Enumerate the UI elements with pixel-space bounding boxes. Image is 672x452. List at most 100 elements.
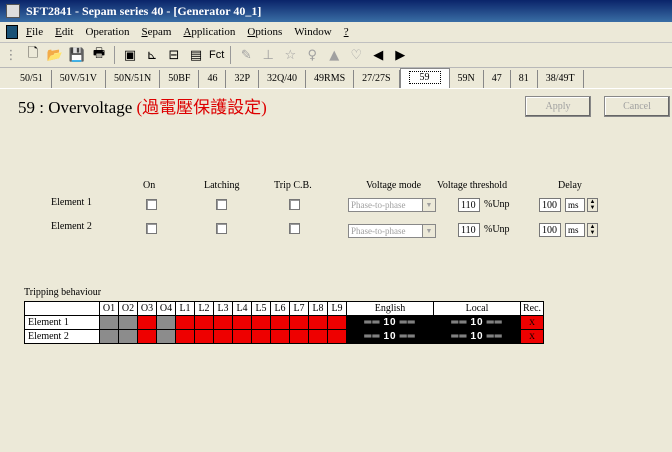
element-1-latching-checkbox[interactable] xyxy=(216,199,227,210)
matrix-rec-cell[interactable]: X xyxy=(520,329,544,344)
element-1-delay-unit[interactable]: ms xyxy=(565,198,585,212)
matrix-cell[interactable] xyxy=(232,315,252,330)
matrix-cell[interactable] xyxy=(194,315,214,330)
matrix-cell[interactable] xyxy=(251,329,271,344)
matrix-cell[interactable] xyxy=(156,329,176,344)
star-icon[interactable]: ☆ xyxy=(281,46,299,64)
arrow-right-part: ══ xyxy=(486,331,503,342)
menu-application[interactable]: Application xyxy=(183,26,235,38)
wrench-icon[interactable]: ✎ xyxy=(237,46,255,64)
menu-help[interactable]: ? xyxy=(344,26,349,38)
element-1-threshold-input[interactable]: 110 xyxy=(458,198,480,212)
warning-icon[interactable]: ▲ xyxy=(325,46,343,64)
matrix-cell[interactable] xyxy=(99,329,119,344)
matrix-cell[interactable] xyxy=(137,315,157,330)
tab-50bf[interactable]: 50BF xyxy=(160,70,200,88)
element-2-trip-checkbox[interactable] xyxy=(289,223,300,234)
element-1-delay-spinner[interactable]: ▲ ▼ xyxy=(587,198,598,212)
tab-50v-51v[interactable]: 50V/51V xyxy=(52,70,107,88)
test-icon[interactable]: ⊥ xyxy=(259,46,277,64)
matrix-cell[interactable] xyxy=(327,329,347,344)
element-2-threshold-input[interactable]: 110 xyxy=(458,223,480,237)
element-2-delay-input[interactable]: 100 xyxy=(539,223,561,237)
tab-81[interactable]: 81 xyxy=(511,70,538,88)
pin-icon[interactable]: ♀ xyxy=(303,46,321,64)
save-icon[interactable]: 💾 xyxy=(68,46,86,64)
element-1-trip-checkbox[interactable] xyxy=(289,199,300,210)
matrix-cell[interactable] xyxy=(289,329,309,344)
tab-47[interactable]: 47 xyxy=(484,70,511,88)
chevron-down-icon[interactable]: ▼ xyxy=(422,225,435,237)
open-folder-icon[interactable]: 📂 xyxy=(46,46,64,64)
menu-options[interactable]: Options xyxy=(247,26,282,38)
matrix-cell[interactable] xyxy=(137,329,157,344)
matrix-english-value: 10 xyxy=(383,317,397,328)
matrix-local-cell[interactable]: ══ 10 ══ xyxy=(433,315,521,330)
element-2-threshold-unit: %Unp xyxy=(484,224,510,235)
cancel-button[interactable]: Cancel xyxy=(604,96,670,117)
matrix-cell[interactable] xyxy=(308,329,328,344)
matrix-local-cell[interactable]: ══ 10 ══ xyxy=(433,329,521,344)
new-file-icon[interactable]: 🗋 xyxy=(24,46,42,64)
matrix-col-o3: O3 xyxy=(137,301,157,316)
save-to-sepam-icon[interactable]: ▣ xyxy=(121,46,139,64)
element-2-delay-unit[interactable]: ms xyxy=(565,223,585,237)
matrix-cell[interactable] xyxy=(289,315,309,330)
matrix-cell[interactable] xyxy=(118,329,138,344)
menu-operation[interactable]: Operation xyxy=(85,26,129,38)
menu-edit[interactable]: Edit xyxy=(55,26,73,38)
matrix-cell[interactable] xyxy=(251,315,271,330)
tab-46[interactable]: 46 xyxy=(199,70,227,88)
matrix-cell[interactable] xyxy=(156,315,176,330)
tab-59[interactable]: 59 xyxy=(399,68,450,88)
tab-27-27s[interactable]: 27/27S xyxy=(354,70,400,88)
tab-32q-40[interactable]: 32Q/40 xyxy=(259,70,307,88)
matrix-cell[interactable] xyxy=(232,329,252,344)
matrix-cell[interactable] xyxy=(213,315,233,330)
menu-file[interactable]: File xyxy=(26,26,43,38)
apply-button[interactable]: Apply xyxy=(525,96,591,117)
table-icon[interactable]: ▤ xyxy=(187,46,205,64)
tab-50n-51n[interactable]: 50N/51N xyxy=(106,70,161,88)
matrix-cell[interactable] xyxy=(175,315,195,330)
matrix-col-l6: L6 xyxy=(270,301,290,316)
matrix-cell[interactable] xyxy=(99,315,119,330)
tab-50-51[interactable]: 50/51 xyxy=(12,70,52,88)
element-2-delay-spinner[interactable]: ▲ ▼ xyxy=(587,223,598,237)
document-icon[interactable] xyxy=(6,25,18,39)
matrix-rec-cell[interactable]: X xyxy=(520,315,544,330)
heart-icon[interactable]: ♡ xyxy=(347,46,365,64)
matrix-cell[interactable] xyxy=(194,329,214,344)
matrix-cell[interactable] xyxy=(270,315,290,330)
arrow-right-icon[interactable]: ▶ xyxy=(391,46,409,64)
tab-49rms[interactable]: 49RMS xyxy=(306,70,355,88)
menu-sepam[interactable]: Sepam xyxy=(141,26,171,38)
tab-32p[interactable]: 32P xyxy=(226,70,260,88)
matrix-english-cell[interactable]: ══ 10 ══ xyxy=(346,315,434,330)
chevron-down-icon[interactable]: ▼ xyxy=(422,199,435,211)
element-2-mode-select[interactable]: Phase-to-phase ▼ xyxy=(348,224,436,238)
arrow-left-icon[interactable]: ◀ xyxy=(369,46,387,64)
matrix-english-cell[interactable]: ══ 10 ══ xyxy=(346,329,434,344)
tab-59n[interactable]: 59N xyxy=(450,70,484,88)
logic-icon[interactable]: ⊟ xyxy=(165,46,183,64)
matrix-cell[interactable] xyxy=(308,315,328,330)
element-1-mode-select[interactable]: Phase-to-phase ▼ xyxy=(348,198,436,212)
element-2-on-checkbox[interactable] xyxy=(146,223,157,234)
chart-icon[interactable]: ⊾ xyxy=(143,46,161,64)
matrix-cell[interactable] xyxy=(175,329,195,344)
matrix-cell[interactable] xyxy=(118,315,138,330)
tab-label: 59 xyxy=(408,71,441,84)
matrix-cell[interactable] xyxy=(327,315,347,330)
element-1-delay-input[interactable]: 100 xyxy=(539,198,561,212)
element-1-label: Element 1 xyxy=(51,197,92,208)
arrow-right-part: ══ xyxy=(486,317,503,328)
matrix-cell[interactable] xyxy=(270,329,290,344)
matrix-cell[interactable] xyxy=(213,329,233,344)
element-2-latching-checkbox[interactable] xyxy=(216,223,227,234)
element-1-on-checkbox[interactable] xyxy=(146,199,157,210)
print-icon[interactable]: 🖶 xyxy=(90,46,108,64)
menu-window[interactable]: Window xyxy=(294,26,331,38)
fct-button[interactable]: Fct xyxy=(209,46,224,64)
tab-38-49t[interactable]: 38/49T xyxy=(538,70,584,88)
